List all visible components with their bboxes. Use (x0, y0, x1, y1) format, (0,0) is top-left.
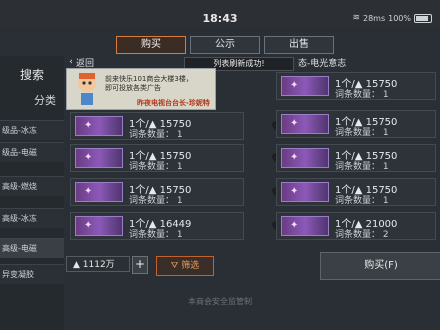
sidebar: 搜索 分类 级品-冰冻 级品-电磁 高级-燃烧 高级-冰冻 高级-电磁 异变凝胶 (0, 56, 64, 330)
listing-right-3[interactable]: ✦ 1个/▲ 15750 词条数量： 1 (276, 178, 436, 206)
signal-text: 28ms (362, 13, 386, 23)
page-title: 态-电光意志 (298, 59, 347, 69)
sidebar-item-1[interactable]: 级品-电磁 (0, 142, 64, 162)
crystal-icon: ✦ (84, 120, 93, 131)
crystal-icon: ✦ (290, 80, 299, 91)
crystal-icon: ✦ (84, 220, 93, 231)
chevron-left-icon[interactable]: ‹ (66, 57, 76, 67)
battery-icon (414, 13, 432, 23)
sidebar-search[interactable]: 搜索 (0, 62, 64, 88)
item-thumbnail: ✦ (281, 114, 329, 134)
item-thumbnail: ✦ (281, 148, 329, 168)
listing-qty: 词条数量： 1 (335, 90, 389, 100)
crystal-icon: ✦ (290, 118, 299, 129)
sidebar-item-0[interactable]: 级品-冰冻 (0, 120, 64, 140)
sidebar-category-header: 分类 (34, 94, 56, 107)
filter-button[interactable]: ⛛ 筛选 (156, 256, 214, 276)
listing-qty: 词条数量： 1 (129, 130, 183, 140)
listing-qty: 词条数量： 1 (129, 162, 183, 172)
item-thumbnail: ✦ (75, 116, 123, 136)
wifi-icon: ≋ (352, 13, 360, 23)
status-right: ≋ 28ms 100% (352, 13, 432, 23)
crystal-icon: ✦ (84, 152, 93, 163)
banner-signature: 昨夜电视台台长-珍妮特 (137, 99, 210, 107)
crystal-icon: ✦ (290, 186, 299, 197)
crystal-icon: ✦ (84, 186, 93, 197)
filter-label: 筛选 (181, 261, 200, 271)
tab-announce[interactable]: 公示 (190, 36, 260, 54)
banner-line-1: 前来快乐101商会大楼3楼， (105, 75, 193, 83)
listing-left-3[interactable]: ✦ 1个/▲ 16449 词条数量： 1 ♥ (70, 212, 285, 240)
listing-qty: 词条数量： 1 (129, 196, 183, 206)
sidebar-item-5[interactable]: 异变凝胶 (0, 264, 64, 284)
item-thumbnail: ✦ (281, 76, 329, 96)
listing-qty: 词条数量： 2 (335, 230, 389, 240)
currency-balance: ▲ 1112万 (66, 256, 130, 272)
item-thumbnail: ✦ (75, 182, 123, 202)
listing-left-0[interactable]: ✦ 1个/▲ 15750 词条数量： 1 ♥ (70, 112, 285, 140)
battery-text: 100% (388, 13, 411, 23)
item-thumbnail: ✦ (281, 182, 329, 202)
status-bar: 18:43 ≋ 28ms 100% (0, 0, 440, 28)
listing-right-1[interactable]: ✦ 1个/▲ 15750 词条数量： 1 (276, 110, 436, 138)
tab-sell[interactable]: 出售 (264, 36, 334, 54)
tab-buy[interactable]: 购买 (116, 36, 186, 54)
crystal-icon: ✦ (290, 152, 299, 163)
mascot-icon (78, 73, 96, 105)
back-label[interactable]: 返回 (76, 56, 94, 69)
listing-right-2[interactable]: ✦ 1个/▲ 15750 词条数量： 1 (276, 144, 436, 172)
banner-line-2: 即可投放各类广告 (105, 84, 161, 92)
top-tabs: 购买 公示 出售 (116, 36, 334, 54)
crystal-icon: ✦ (290, 220, 299, 231)
listing-left-1[interactable]: ✦ 1个/▲ 15750 词条数量： 1 ♥ (70, 144, 285, 172)
filter-icon: ⛛ (170, 261, 182, 271)
sidebar-item-3[interactable]: 高级-冰冻 (0, 208, 64, 228)
listing-qty: 词条数量： 1 (335, 196, 389, 206)
listing-qty: 词条数量： 1 (335, 128, 389, 138)
item-thumbnail: ✦ (281, 216, 329, 236)
item-thumbnail: ✦ (75, 216, 123, 236)
footer-note: 本商会安全监管制 (188, 297, 252, 306)
sidebar-item-2[interactable]: 高级-燃烧 (0, 176, 64, 196)
listing-qty: 词条数量： 1 (129, 230, 183, 240)
listing-right-0[interactable]: ✦ 1个/▲ 15750 词条数量： 1 (276, 72, 436, 100)
sidebar-item-4[interactable]: 高级-电磁 (0, 238, 64, 258)
listing-right-4[interactable]: ✦ 1个/▲ 21000 词条数量： 2 (276, 212, 436, 240)
ad-banner[interactable]: 前来快乐101商会大楼3楼， 即可投放各类广告 昨夜电视台台长-珍妮特 (66, 68, 216, 110)
banner-text: 前来快乐101商会大楼3楼， 即可投放各类广告 (105, 75, 213, 93)
item-thumbnail: ✦ (75, 148, 123, 168)
listing-qty: 词条数量： 1 (335, 162, 389, 172)
buy-button[interactable]: 购买(F) (320, 252, 440, 280)
listing-left-2[interactable]: ✦ 1个/▲ 15750 词条数量： 1 ♥ (70, 178, 285, 206)
add-currency-button[interactable]: + (132, 256, 148, 274)
